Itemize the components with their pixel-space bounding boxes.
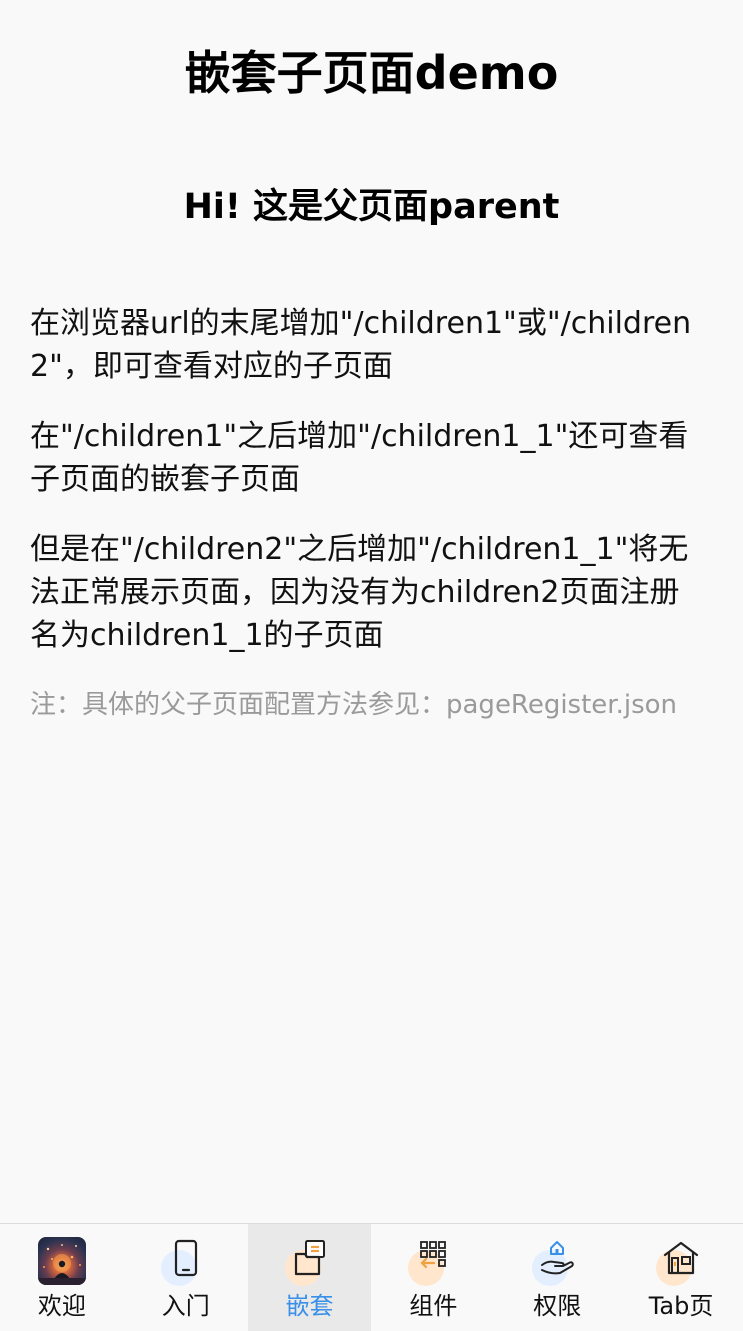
house-tab-icon	[656, 1236, 706, 1286]
page-subtitle: Hi! 这是父页面parent	[183, 187, 560, 227]
instruction-paragraph-3: 但是在"/children2"之后增加"/children1_1"将无法正常展示…	[30, 532, 689, 653]
tab-tabpage[interactable]: Tab页	[619, 1224, 743, 1331]
components-grid-icon	[408, 1236, 458, 1286]
tab-tabpage-label: Tab页	[648, 1292, 714, 1320]
tab-nested-label: 嵌套	[285, 1292, 334, 1320]
instruction-paragraph-1: 在浏览器url的末尾增加"/children1"或"/children2"，即可…	[30, 306, 692, 384]
tab-permissions-label: 权限	[533, 1292, 582, 1320]
bottom-tab-bar: 欢迎 入门 嵌套 组件 权限 Tab页	[0, 1223, 743, 1331]
phone-icon	[160, 1236, 211, 1286]
tab-getting-started[interactable]: 入门	[124, 1224, 248, 1331]
page-title: 嵌套子页面demo	[184, 46, 559, 100]
config-note: 注：具体的父子页面配置方法参见：pageRegister.json	[30, 690, 678, 720]
permission-hand-icon	[532, 1236, 582, 1286]
instruction-paragraph-2: 在"/children1"之后增加"/children1_1"还可查看子页面的嵌…	[30, 419, 689, 497]
nested-pages-icon	[284, 1236, 335, 1286]
tab-nested[interactable]: 嵌套	[247, 1224, 372, 1331]
tab-components[interactable]: 组件	[371, 1224, 495, 1331]
tab-components-label: 组件	[409, 1292, 458, 1320]
content-area: 在浏览器url的末尾增加"/children1"或"/children2"，即可…	[30, 302, 700, 723]
tab-welcome-label: 欢迎	[37, 1292, 86, 1320]
tab-welcome[interactable]: 欢迎	[0, 1224, 124, 1331]
tab-getting-started-label: 入门	[161, 1292, 210, 1320]
tab-permissions[interactable]: 权限	[495, 1224, 619, 1331]
welcome-avatar-icon	[37, 1237, 86, 1285]
